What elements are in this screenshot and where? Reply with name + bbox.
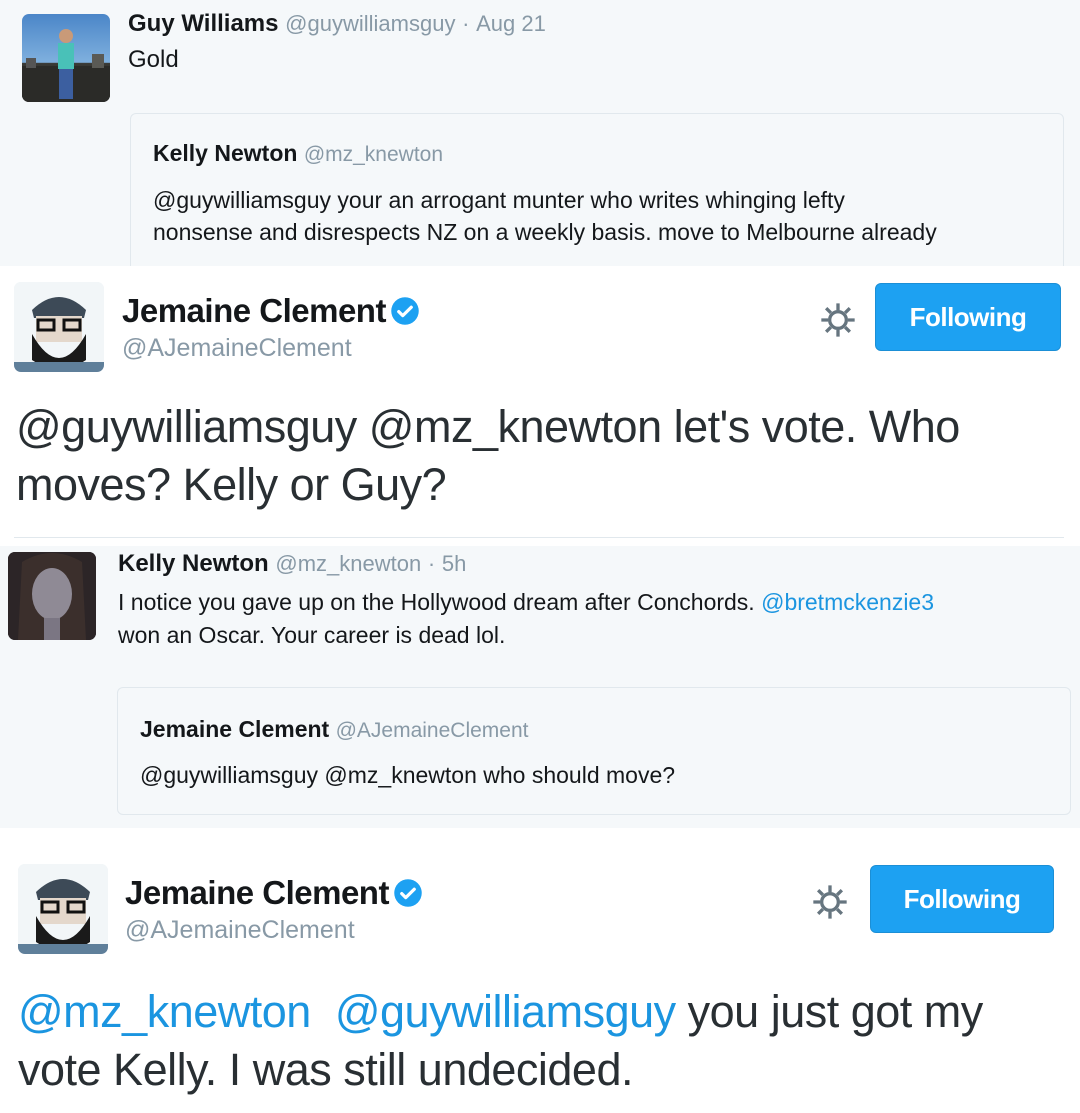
verified-badge-icon — [391, 297, 419, 325]
quote-text: @guywilliamsguy your an arrogant munter … — [153, 184, 937, 248]
author-name[interactable]: Jemaine Clement — [125, 874, 389, 911]
tweet-text-line1: @mz_knewton @guywilliamsguy you just got… — [18, 983, 983, 1041]
following-button[interactable]: Following — [870, 865, 1054, 933]
author-name-row: Jemaine Clement — [122, 292, 420, 330]
quoted-tweet-kelly[interactable]: Kelly Newton @mz_knewton @guywilliamsguy… — [130, 113, 1064, 285]
author-name[interactable]: Kelly Newton — [118, 550, 269, 577]
mention-mz-knewton[interactable]: @mz_knewton — [18, 986, 311, 1037]
quote-author-handle: @AJemaineClement — [335, 719, 529, 742]
gear-icon[interactable] — [818, 300, 858, 340]
tweet-text-line1-body: I notice you gave up on the Hollywood dr… — [118, 589, 755, 615]
avatar-jemaine[interactable] — [18, 864, 108, 954]
separator-dot: · — [427, 551, 436, 576]
avatar-jemaine-illustration — [18, 864, 108, 954]
tweet-time[interactable]: 5h — [442, 551, 466, 576]
tweet-text: @mz_knewton @guywilliamsguy you just got… — [18, 983, 983, 1099]
mention-guywilliamsguy[interactable]: @guywilliamsguy — [335, 986, 676, 1037]
verified-badge-icon — [394, 879, 422, 907]
author-name[interactable]: Guy Williams — [128, 10, 279, 37]
quote-header: Kelly Newton @mz_knewton — [153, 140, 443, 167]
avatar-kelly-newton[interactable] — [8, 552, 96, 640]
quote-author-handle: @mz_knewton — [303, 143, 444, 166]
tweet-text: @guywilliamsguy @mz_knewton let's vote. … — [16, 398, 960, 514]
avatar-jemaine[interactable] — [14, 282, 104, 372]
tweet-text-line2: moves? Kelly or Guy? — [16, 459, 447, 510]
tweet-text: I notice you gave up on the Hollywood dr… — [118, 586, 934, 652]
quote-author-name: Kelly Newton — [153, 140, 298, 166]
author-name[interactable]: Jemaine Clement — [122, 292, 386, 329]
tweet-text: Gold — [128, 46, 179, 73]
tweet-jemaine-2: Jemaine Clement @AJemaineClement Followi… — [0, 828, 1080, 1113]
tweet-guy-williams: Guy Williams @guywilliamsguy · Aug 21 Go… — [0, 0, 1080, 285]
following-button[interactable]: Following — [875, 283, 1061, 351]
avatar-kelly-portrait — [8, 552, 96, 640]
author-handle[interactable]: @AJemaineClement — [125, 916, 355, 945]
author-handle[interactable]: @AJemaineClement — [122, 334, 352, 363]
quote-header: Jemaine Clement @AJemaineClement — [140, 716, 529, 743]
separator-dot: · — [462, 11, 470, 36]
tweet-text-line2: vote Kelly. I was still undecided. — [18, 1044, 633, 1095]
tweet-header: Guy Williams @guywilliamsguy · Aug 21 — [128, 10, 546, 38]
avatar-guy-williams[interactable] — [22, 14, 110, 102]
author-handle[interactable]: @mz_knewton — [275, 551, 421, 576]
tweet-text-line1: I notice you gave up on the Hollywood dr… — [118, 586, 934, 619]
quote-text-line1: @guywilliamsguy your an arrogant munter … — [153, 187, 845, 213]
mention-bretmckenzie3[interactable]: @bretmckenzie3 — [761, 589, 934, 615]
author-handle[interactable]: @guywilliamsguy — [285, 11, 455, 36]
tweet-kelly-newton: Kelly Newton @mz_knewton · 5h I notice y… — [0, 546, 1080, 828]
gear-icon[interactable] — [810, 882, 850, 922]
tweet-text-line1: @guywilliamsguy @mz_knewton let's vote. … — [16, 401, 960, 452]
quote-text: @guywilliamsguy @mz_knewton who should m… — [140, 762, 676, 788]
author-name-row: Jemaine Clement — [125, 874, 423, 912]
quote-text-line2: nonsense and disrespects NZ on a weekly … — [153, 219, 937, 245]
avatar-jemaine-illustration — [14, 282, 104, 372]
tweet-date[interactable]: Aug 21 — [476, 11, 546, 36]
divider — [14, 537, 1064, 538]
avatar-guy-figure — [22, 29, 110, 102]
tweet-jemaine-1: Jemaine Clement @AJemaineClement Followi… — [0, 266, 1080, 546]
tweet-header: Kelly Newton @mz_knewton · 5h — [118, 550, 466, 578]
tweet-text-line1-rest: you just got my — [687, 986, 984, 1037]
quote-author-name: Jemaine Clement — [140, 716, 330, 742]
tweet-text-line2: won an Oscar. Your career is dead lol. — [118, 622, 506, 648]
quoted-tweet-jemaine[interactable]: Jemaine Clement @AJemaineClement @guywil… — [117, 687, 1071, 815]
